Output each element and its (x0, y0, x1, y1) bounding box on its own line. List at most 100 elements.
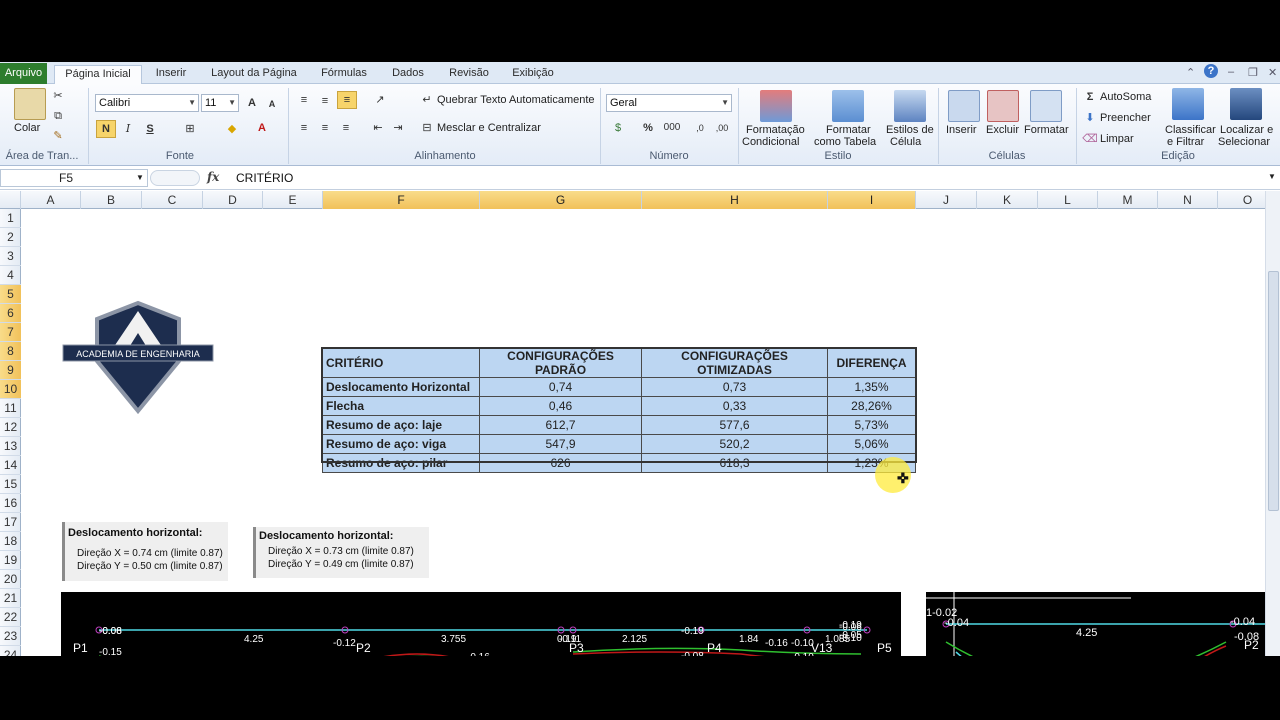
increase-indent-icon[interactable]: ⇥ (390, 120, 406, 136)
tab-data[interactable]: Dados (384, 65, 432, 84)
insert-cells-icon[interactable] (948, 90, 980, 122)
orientation-icon[interactable]: ↗ (372, 92, 388, 108)
restore-icon[interactable]: ❐ (1248, 66, 1258, 79)
column-header[interactable]: M (1098, 191, 1158, 209)
column-header[interactable]: I (828, 191, 916, 209)
table-cell[interactable]: Deslocamento Horizontal (322, 377, 480, 397)
table-cell[interactable]: 0,74 (479, 377, 642, 397)
table-cell[interactable]: Resumo de aço: viga (322, 434, 480, 454)
thousands-button[interactable]: 000 (660, 120, 684, 136)
conditional-formatting-label-2[interactable]: Condicional (742, 136, 799, 148)
clear-icon[interactable]: ⌫ (1082, 131, 1098, 147)
table-cell[interactable]: 5,73% (827, 415, 916, 435)
row-header[interactable]: 20 (0, 570, 21, 589)
row-header[interactable]: 2 (0, 228, 21, 247)
wrap-text-icon[interactable]: ↵ (419, 92, 435, 108)
column-header[interactable]: H (642, 191, 828, 209)
row-header[interactable]: 10 (0, 380, 21, 399)
name-box[interactable]: F5 (0, 169, 148, 187)
tab-insert[interactable]: Inserir (146, 65, 196, 84)
table-cell[interactable]: Resumo de aço: laje (322, 415, 480, 435)
row-header[interactable]: 11 (0, 399, 21, 418)
insert-cells-button[interactable]: Inserir (946, 124, 977, 136)
column-header[interactable]: E (263, 191, 323, 209)
bold-button[interactable]: N (96, 120, 116, 138)
column-header[interactable]: K (977, 191, 1038, 209)
font-name-select[interactable]: Calibri ▼ (95, 94, 199, 112)
table-cell[interactable]: 520,2 (641, 434, 828, 454)
paste-button-label[interactable]: Colar (14, 122, 40, 134)
table-cell[interactable]: 0,33 (641, 396, 828, 416)
fill-icon[interactable]: ⬇ (1082, 110, 1098, 126)
column-header[interactable]: D (203, 191, 263, 209)
find-select-icon[interactable] (1230, 88, 1262, 120)
wrap-text-button[interactable]: Quebrar Texto Automaticamente (437, 94, 595, 106)
vertical-scrollbar[interactable] (1265, 191, 1280, 656)
row-header[interactable]: 4 (0, 266, 21, 285)
row-header[interactable]: 6 (0, 304, 21, 323)
align-top-icon[interactable]: ≡ (296, 92, 312, 108)
currency-icon[interactable]: $ (610, 120, 626, 136)
table-cell[interactable]: 0,73 (641, 377, 828, 397)
header-cell[interactable]: CONFIGURAÇÕES OTIMIZADAS (641, 348, 828, 378)
merge-center-icon[interactable]: ⊟ (419, 120, 435, 136)
autosum-icon[interactable]: Σ (1082, 89, 1098, 105)
sort-filter-label-1[interactable]: Classificar (1165, 124, 1216, 136)
percent-button[interactable]: % (640, 120, 656, 136)
cell-styles-label-1[interactable]: Estilos de (886, 124, 934, 136)
minimize-icon[interactable]: – (1228, 66, 1234, 78)
shrink-font-icon[interactable]: A (264, 96, 280, 112)
row-header[interactable]: 17 (0, 513, 21, 532)
cell-styles-label-2[interactable]: Célula (890, 136, 921, 148)
column-header[interactable]: F (323, 191, 480, 209)
font-size-select[interactable]: 11 ▼ (201, 94, 239, 112)
copy-icon[interactable]: ⧉ (50, 108, 66, 124)
row-header[interactable]: 14 (0, 456, 21, 475)
cell-styles-icon[interactable] (894, 90, 926, 122)
decrease-indent-icon[interactable]: ⇤ (370, 120, 386, 136)
insert-function-icon[interactable]: fx (207, 170, 219, 184)
row-header[interactable]: 9 (0, 361, 21, 380)
sort-filter-label-2[interactable]: e Filtrar (1167, 136, 1204, 148)
format-painter-icon[interactable]: ✎ (50, 128, 66, 144)
align-left-icon[interactable]: ≡ (296, 120, 312, 136)
tab-page-layout[interactable]: Layout da Página (204, 65, 304, 84)
note-box-1[interactable]: Deslocamento horizontal: Direção X = 0.7… (62, 522, 228, 581)
tab-file[interactable]: Arquivo (0, 63, 47, 84)
underline-button[interactable]: S (142, 121, 158, 137)
table-cell[interactable]: 5,06% (827, 434, 916, 454)
column-header[interactable]: G (480, 191, 642, 209)
align-right-icon[interactable]: ≡ (338, 120, 354, 136)
cut-icon[interactable]: ✂ (50, 88, 66, 104)
chevron-down-icon[interactable]: ▼ (136, 173, 144, 182)
tab-home[interactable]: Página Inicial (54, 65, 142, 84)
table-cell[interactable]: 577,6 (641, 415, 828, 435)
clear-button[interactable]: Limpar (1100, 133, 1134, 145)
close-icon[interactable]: ✕ (1268, 66, 1277, 79)
table-cell[interactable]: 28,26% (827, 396, 916, 416)
table-cell[interactable]: 612,7 (479, 415, 642, 435)
format-cells-button[interactable]: Formatar (1024, 124, 1069, 136)
sort-filter-icon[interactable] (1172, 88, 1204, 120)
delete-cells-button[interactable]: Excluir (986, 124, 1019, 136)
formula-bar-handle[interactable] (150, 170, 200, 186)
column-header[interactable]: B (81, 191, 142, 209)
header-cell[interactable]: DIFERENÇA (827, 348, 916, 378)
format-as-table-label-2[interactable]: como Tabela (814, 136, 876, 148)
table-cell[interactable]: 1,35% (827, 377, 916, 397)
decrease-decimal-icon[interactable]: ,00 (714, 120, 730, 136)
fill-color-icon[interactable]: ◆ (224, 121, 240, 137)
align-center-icon[interactable]: ≡ (317, 120, 333, 136)
table-cell[interactable]: 0,46 (479, 396, 642, 416)
header-cell[interactable]: CRITÉRIO (322, 348, 480, 378)
tab-view[interactable]: Exibição (504, 65, 562, 84)
fill-button[interactable]: Preencher (1100, 112, 1151, 124)
table-cell[interactable]: Flecha (322, 396, 480, 416)
formula-input[interactable]: CRITÉRIO (236, 171, 293, 185)
row-header[interactable]: 24 (0, 646, 21, 656)
row-header[interactable]: 5 (0, 285, 21, 304)
column-header[interactable]: A (21, 191, 81, 209)
row-header[interactable]: 22 (0, 608, 21, 627)
autosum-button[interactable]: AutoSoma (1100, 91, 1151, 103)
table-cell[interactable]: 547,9 (479, 434, 642, 454)
